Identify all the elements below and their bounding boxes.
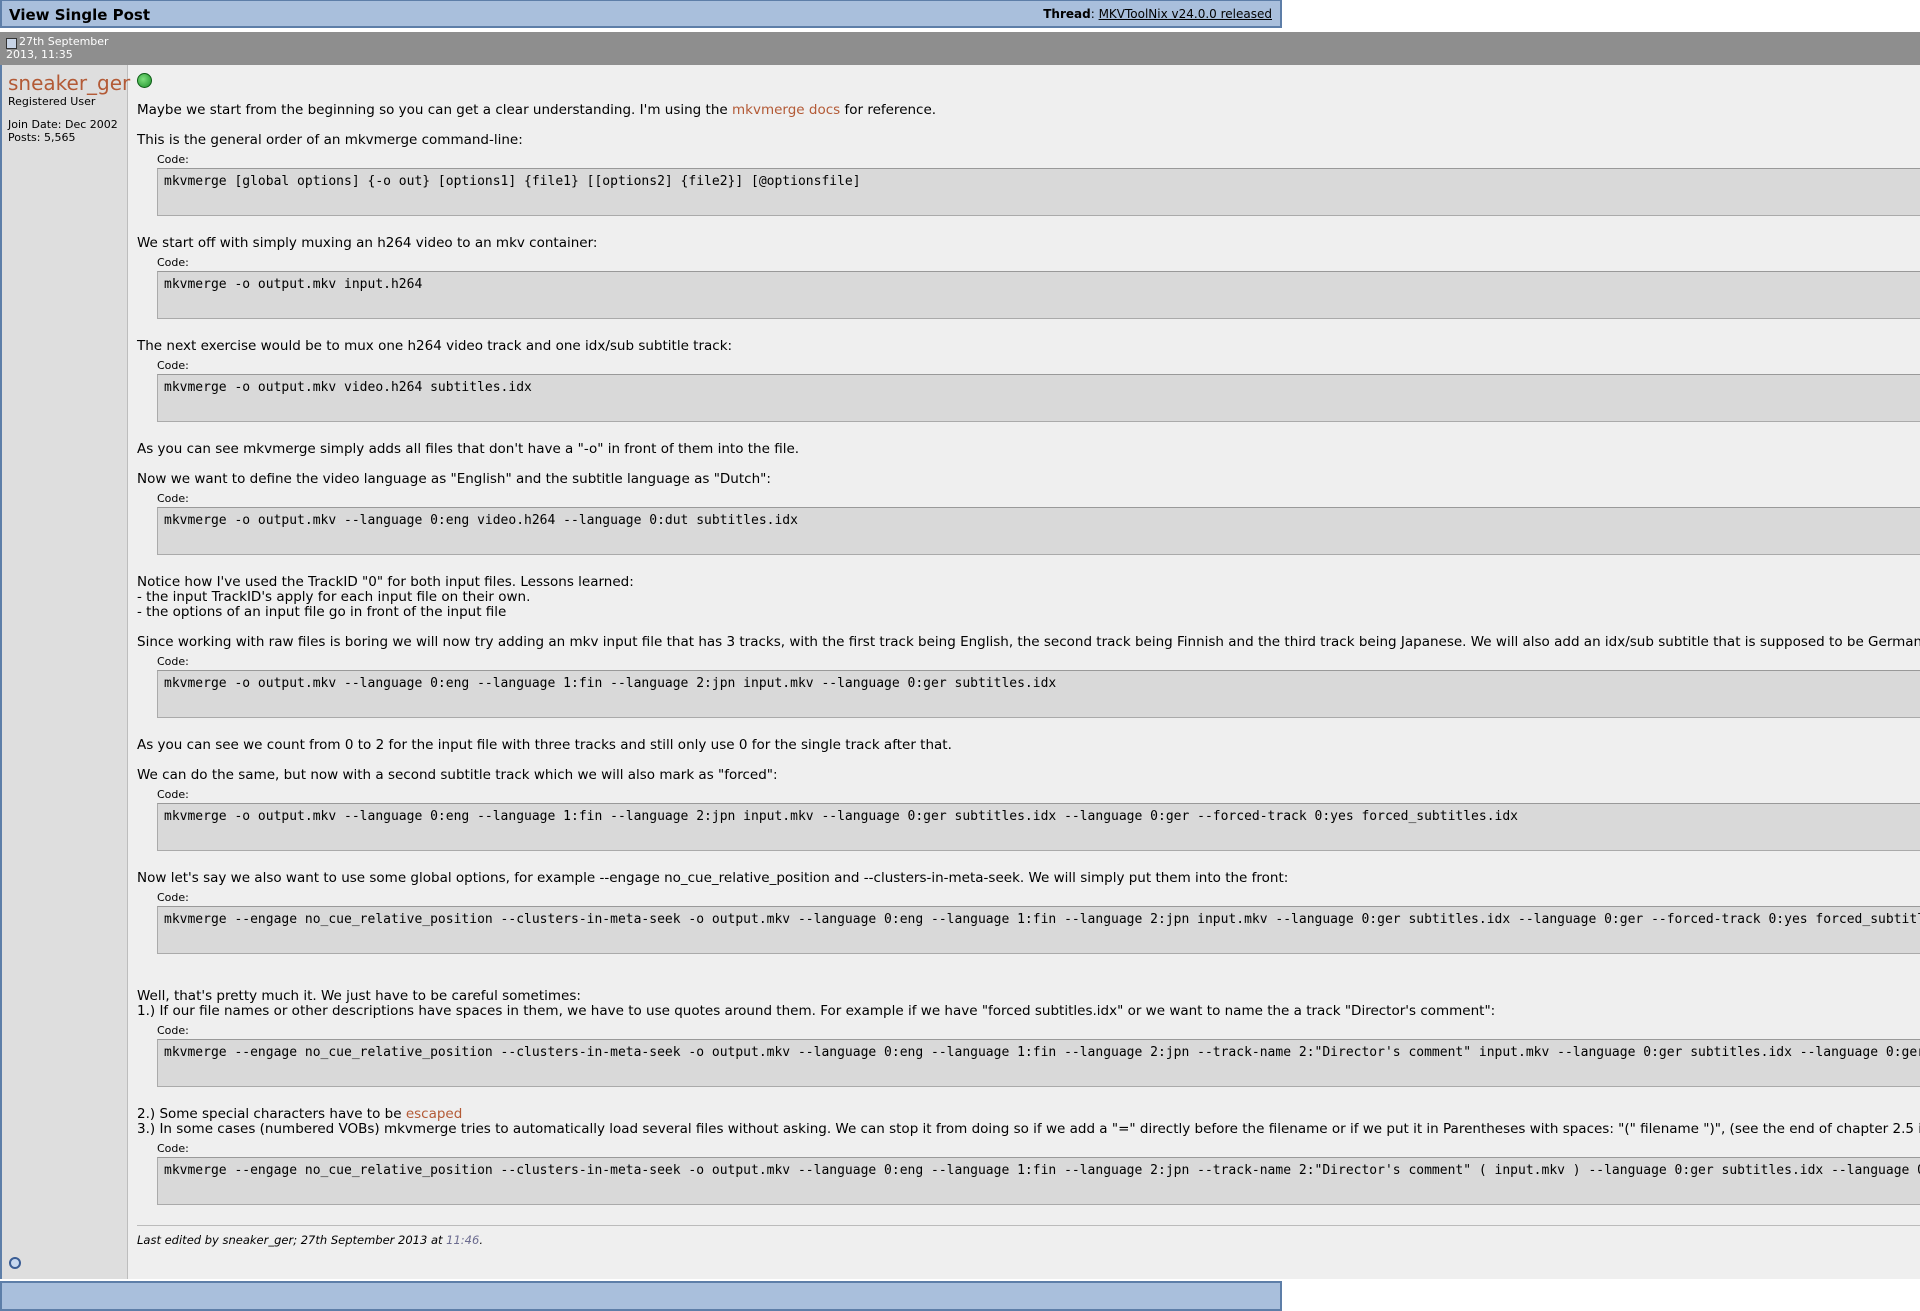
- page-title: View Single Post: [9, 6, 151, 24]
- divider: [137, 1225, 1920, 1226]
- escaped-link[interactable]: escaped: [406, 1106, 462, 1122]
- post-date: 27th September 2013, 11:35: [6, 35, 109, 61]
- footer-bar: [0, 1281, 1282, 1311]
- paragraph: Maybe we start from the beginning so you…: [137, 102, 937, 118]
- code-label: Code:: [157, 153, 189, 166]
- code-block[interactable]: mkvmerge -o output.mkv input.h264: [157, 271, 1920, 319]
- code-label: Code:: [157, 256, 189, 269]
- header-bar: View Single Post Thread: MKVToolNix v24.…: [0, 0, 1282, 28]
- globe-icon: [137, 73, 152, 88]
- paragraph: 1.) If our file names or other descripti…: [137, 1003, 1496, 1019]
- paragraph: As you can see mkvmerge simply adds all …: [137, 441, 800, 457]
- post-date-bar: 27th September 2013, 11:35: [0, 32, 1920, 65]
- code-block[interactable]: mkvmerge [global options] {-o out} [opti…: [157, 168, 1920, 216]
- paragraph: As you can see we count from 0 to 2 for …: [137, 737, 952, 753]
- code-block[interactable]: mkvmerge --engage no_cue_relative_positi…: [157, 1157, 1920, 1205]
- code-block[interactable]: mkvmerge --engage no_cue_relative_positi…: [157, 1039, 1920, 1087]
- paragraph: 3.) In some cases (numbered VOBs) mkvmer…: [137, 1121, 1920, 1137]
- code-label: Code:: [157, 1142, 189, 1155]
- post-area: sneaker_ger Registered User Join Date: D…: [0, 65, 1920, 1279]
- code-block[interactable]: mkvmerge -o output.mkv --language 0:eng …: [157, 507, 1920, 555]
- thread-link[interactable]: MKVToolNix v24.0.0 released: [1099, 7, 1272, 21]
- paragraph: Since working with raw files is boring w…: [137, 634, 1920, 650]
- paragraph: This is the general order of an mkvmerge…: [137, 132, 523, 148]
- code-label: Code:: [157, 655, 189, 668]
- code-block[interactable]: mkvmerge -o output.mkv --language 0:eng …: [157, 803, 1920, 851]
- paragraph: - the input TrackID's apply for each inp…: [137, 589, 531, 605]
- code-label: Code:: [157, 891, 189, 904]
- paragraph: Well, that's pretty much it. We just hav…: [137, 988, 581, 1004]
- thread-info: Thread: MKVToolNix v24.0.0 released: [1043, 7, 1272, 21]
- paragraph: We can do the same, but now with a secon…: [137, 767, 778, 783]
- code-block[interactable]: mkvmerge -o output.mkv --language 0:eng …: [157, 670, 1920, 718]
- user-info-column: sneaker_ger Registered User Join Date: D…: [2, 65, 130, 1279]
- paragraph: Now we want to define the video language…: [137, 471, 771, 487]
- paragraph: 2.) Some special characters have to be e…: [137, 1106, 463, 1122]
- post-count: Posts: 5,565: [8, 131, 76, 144]
- last-edited-note: Last edited by sneaker_ger; 27th Septemb…: [137, 1233, 483, 1247]
- code-label: Code:: [157, 492, 189, 505]
- mkvmerge-docs-link[interactable]: mkvmerge docs: [732, 102, 840, 118]
- edited-time: 11:46: [446, 1233, 480, 1247]
- paragraph: Notice how I've used the TrackID "0" for…: [137, 574, 634, 590]
- paragraph: Now let's say we also want to use some g…: [137, 870, 1289, 886]
- user-title: Registered User: [8, 95, 96, 108]
- paragraph: We start off with simply muxing an h264 …: [137, 235, 598, 251]
- code-block[interactable]: mkvmerge -o output.mkv video.h264 subtit…: [157, 374, 1920, 422]
- paragraph: - the options of an input file go in fro…: [137, 604, 507, 620]
- online-status-icon: [9, 1257, 21, 1269]
- username-link[interactable]: sneaker_ger: [8, 71, 130, 95]
- code-label: Code:: [157, 788, 189, 801]
- code-label: Code:: [157, 359, 189, 372]
- join-date: Join Date: Dec 2002: [8, 118, 118, 131]
- code-label: Code:: [157, 1024, 189, 1037]
- thread-label: Thread: [1043, 7, 1091, 21]
- paragraph: The next exercise would be to mux one h2…: [137, 338, 733, 354]
- code-block[interactable]: mkvmerge --engage no_cue_relative_positi…: [157, 906, 1920, 954]
